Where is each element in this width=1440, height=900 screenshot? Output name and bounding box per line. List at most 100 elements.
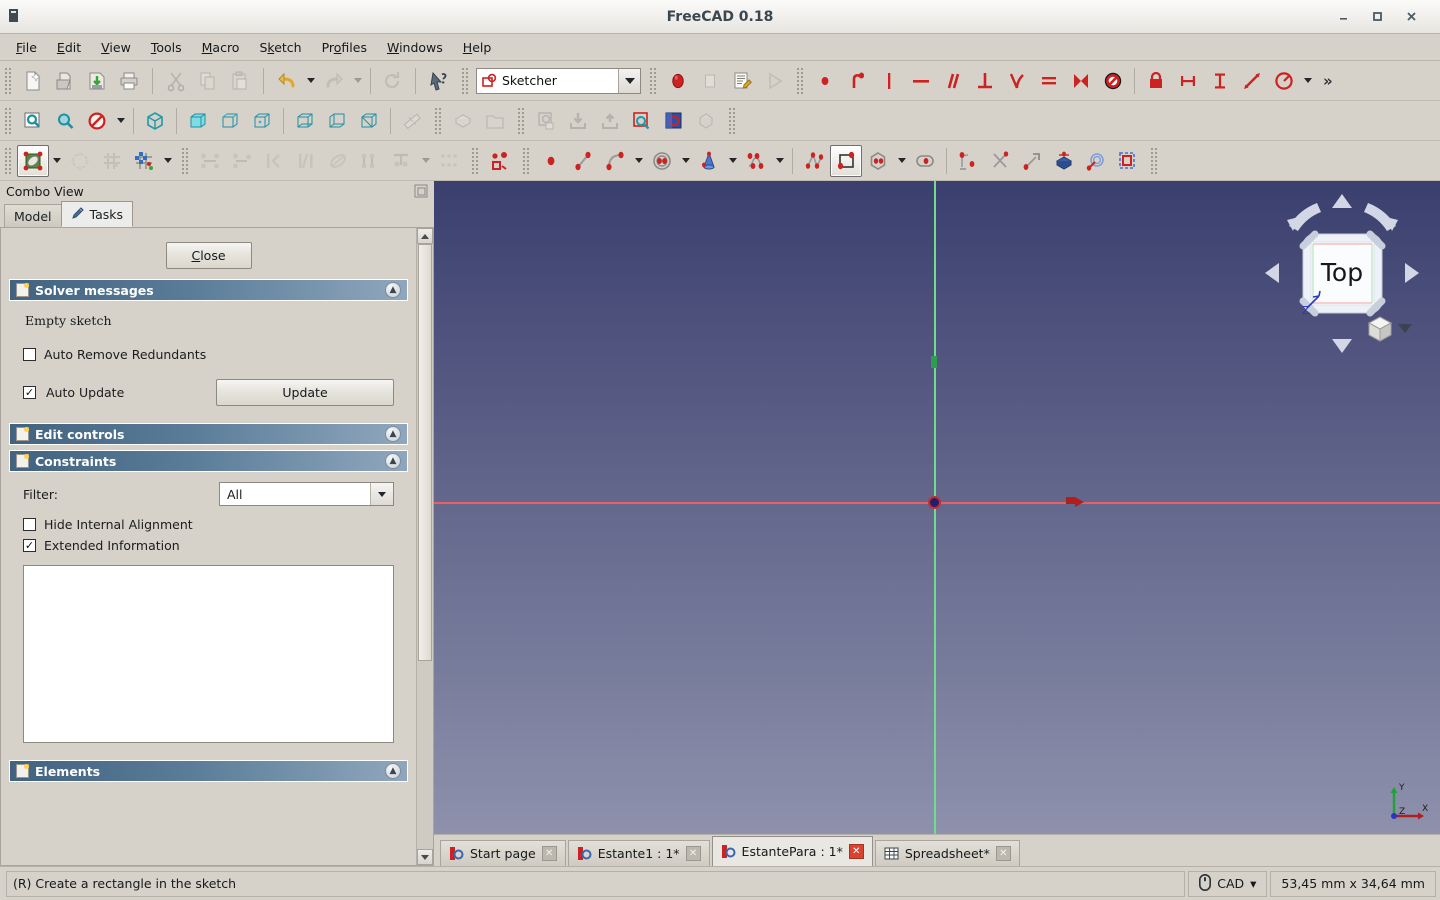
menu-profiles[interactable]: Profiles [312,36,377,59]
select-redundant-icon[interactable] [258,145,290,177]
bottom-view-icon[interactable] [321,105,353,137]
carbon-copy-icon[interactable] [1080,145,1112,177]
select-conflicting-icon[interactable] [290,145,322,177]
constraints-filter-select[interactable]: All [219,482,394,506]
close-button[interactable] [1394,2,1428,32]
doc-tab-close-icon[interactable]: ✕ [685,846,701,861]
maximize-button[interactable] [1360,2,1394,32]
toolbar-grip[interactable] [727,105,736,136]
chevron-up-icon[interactable]: ▲ [385,426,401,442]
constrain-vertical-icon[interactable] [873,65,905,97]
undo-icon[interactable] [271,65,303,97]
draw-style-icon[interactable] [81,105,113,137]
create-rectangle-icon[interactable] [830,144,862,177]
fit-selection-icon[interactable] [49,105,81,137]
create-point-icon[interactable] [535,145,567,177]
doc-tab-estante1[interactable]: Estante1 : 1* ✕ [567,840,710,866]
create-part-icon[interactable] [447,105,479,137]
isometric-view-icon[interactable] [139,105,171,137]
toolbar-grip[interactable] [3,105,12,136]
toggle-construction-icon[interactable] [17,144,49,177]
scroll-up-button[interactable] [417,228,433,244]
grid-dropdown[interactable] [160,145,175,177]
polygon-dropdown[interactable] [894,145,909,177]
scroll-down-button[interactable] [417,849,433,865]
symmetry-icon[interactable] [386,145,418,177]
navigation-style-selector[interactable]: CAD ▾ [1188,870,1268,897]
tab-tasks[interactable]: Tasks [60,201,134,227]
create-fillet-icon[interactable] [952,145,984,177]
front-view-icon[interactable] [182,105,214,137]
redo-dropdown[interactable] [350,65,365,97]
print-icon[interactable] [113,65,145,97]
map-sketch-icon[interactable] [690,105,722,137]
create-line-icon[interactable] [567,145,599,177]
show-grid-icon[interactable] [96,145,128,177]
save-icon[interactable] [81,65,113,97]
create-slot-icon[interactable] [909,145,941,177]
create-group-icon[interactable] [479,105,511,137]
create-bspline-icon[interactable] [740,145,772,177]
circle-dropdown[interactable] [678,145,693,177]
chevron-down-icon[interactable] [370,483,393,505]
new-icon[interactable] [17,65,49,97]
minimize-button[interactable] [1326,2,1360,32]
constrain-vertical-distance-icon[interactable] [1204,65,1236,97]
constraints-dropdown[interactable] [1300,65,1315,97]
menu-file[interactable]: File [6,36,47,59]
toolbar-grip[interactable] [795,65,804,96]
visual-dropdown[interactable] [49,145,64,177]
workbench-selector[interactable]: Sketcher [476,67,641,94]
constrain-angle-icon[interactable] [1268,65,1300,97]
tab-model[interactable]: Model [4,204,62,227]
toolbar-grip[interactable] [516,105,525,136]
constrain-horizontal-distance-icon[interactable] [1172,65,1204,97]
constraints-header[interactable]: Constraints ▲ [9,450,408,472]
arc-dropdown[interactable] [631,145,646,177]
constrain-symmetric-icon[interactable] [1065,65,1097,97]
create-circle-icon[interactable] [646,145,678,177]
conic-dropdown[interactable] [725,145,740,177]
macro-stop-icon[interactable] [694,65,726,97]
measure-icon[interactable] [396,105,428,137]
constrain-coincident-icon[interactable] [809,65,841,97]
toolbar-overflow-icon[interactable]: » [1317,72,1339,90]
paste-icon[interactable] [224,65,256,97]
chevron-up-icon[interactable]: ▲ [385,453,401,469]
undo-dropdown[interactable] [303,65,318,97]
open-icon[interactable] [49,65,81,97]
sketcher-tools-icon[interactable] [484,145,516,177]
constrain-lock-icon[interactable] [1140,65,1172,97]
hide-internal-alignment-row[interactable]: ✓ Hide Internal Alignment [23,514,394,535]
auto-remove-redundants-checkbox[interactable]: ✓ [23,348,36,361]
constrain-point-on-object-icon[interactable] [841,65,873,97]
create-conic-icon[interactable] [693,145,725,177]
refresh-icon[interactable] [376,65,408,97]
constrain-tangent-icon[interactable] [1001,65,1033,97]
scroll-thumb[interactable] [418,244,432,662]
create-extend-icon[interactable] [1016,145,1048,177]
menu-windows[interactable]: Windows [377,36,453,59]
tasks-scrollbar[interactable] [416,228,433,865]
menu-tools[interactable]: Tools [141,36,192,59]
extended-information-row[interactable]: ✓ Extended Information [23,535,394,556]
hide-internal-alignment-checkbox[interactable]: ✓ [23,518,36,531]
3d-viewport[interactable]: Top Z Y X Z [434,181,1440,834]
select-horizontal-axis-icon[interactable] [194,145,226,177]
constraints-list[interactable] [23,565,394,743]
toolbar-grip[interactable] [3,65,12,96]
select-elements-icon[interactable] [64,145,96,177]
redo-icon[interactable] [318,65,350,97]
clone-icon[interactable] [433,145,465,177]
macro-execute-icon[interactable] [758,65,790,97]
select-elements-associated-icon[interactable] [322,145,354,177]
right-view-icon[interactable] [246,105,278,137]
virtualspace-dropdown[interactable] [418,145,433,177]
solver-messages-header[interactable]: Solver messages ▲ [9,279,408,301]
draw-style-dropdown[interactable] [113,105,128,137]
close-task-button[interactable]: Close [165,242,252,269]
edit-controls-header[interactable]: Edit controls ▲ [9,423,408,445]
doc-tab-spreadsheet[interactable]: Spreadsheet* ✕ [874,840,1020,866]
toolbar-grip[interactable] [521,145,530,176]
menu-help[interactable]: Help [453,36,502,59]
